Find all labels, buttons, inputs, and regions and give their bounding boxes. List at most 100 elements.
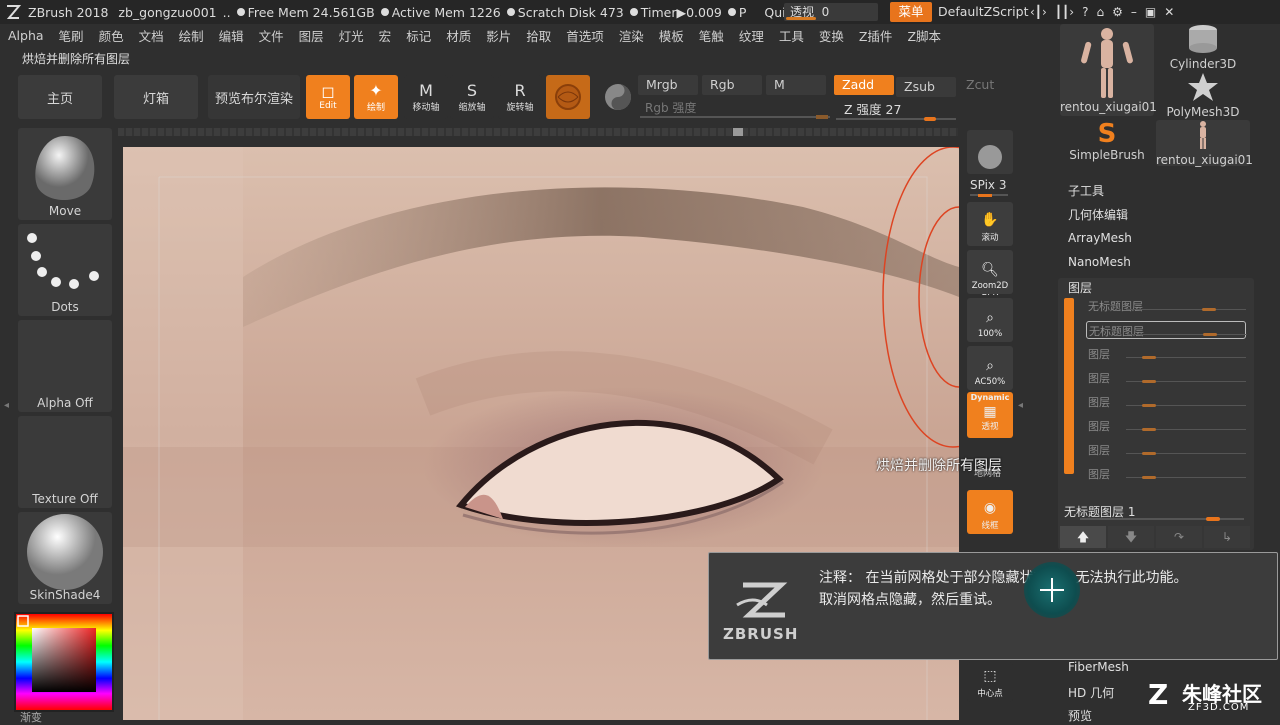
- menu-item[interactable]: 标记: [398, 26, 438, 45]
- layer-row[interactable]: 无标题图层: [1086, 297, 1246, 315]
- layer-intensity-track[interactable]: [1080, 517, 1244, 521]
- alpha-tile[interactable]: Alpha Off: [18, 320, 112, 412]
- layer-redo-icon[interactable]: ↷: [1156, 526, 1202, 548]
- menu-item[interactable]: 材质: [438, 26, 478, 45]
- menu-item[interactable]: 影片: [478, 26, 518, 45]
- layers-section[interactable]: 图层: [1068, 279, 1092, 296]
- layers-scrollbar[interactable]: [1064, 298, 1074, 474]
- menu-item[interactable]: 首选项: [558, 26, 611, 45]
- layer-row-knob[interactable]: [1142, 380, 1156, 383]
- brush-tile[interactable]: Move: [18, 128, 112, 220]
- color-picker[interactable]: [14, 612, 114, 712]
- menu-item[interactable]: 编辑: [211, 26, 251, 45]
- menu-item[interactable]: 宏: [371, 26, 399, 45]
- material-tile[interactable]: SkinShade4: [18, 512, 112, 604]
- layer-row-knob[interactable]: [1142, 452, 1156, 455]
- local-sym-button[interactable]: ⬚ 中心点: [967, 662, 1013, 702]
- notice-dialog[interactable]: ZBRUSH 注释： 在当前网格处于部分隐藏状态时，无法执行此功能。 取消网格点…: [708, 552, 1278, 660]
- collapse-right-icon[interactable]: ◂: [1018, 400, 1023, 411]
- menu-item[interactable]: Z脚本: [899, 26, 948, 45]
- tool-thumb-rentou[interactable]: rentou_xiugai01: [1060, 24, 1157, 116]
- layer-row[interactable]: 图层: [1086, 345, 1246, 363]
- edit-button[interactable]: ◻ Edit: [306, 75, 350, 119]
- hd-geometry-section[interactable]: HD 几何: [1068, 684, 1114, 701]
- scale-button[interactable]: S 缩放轴: [450, 75, 494, 119]
- menu-item[interactable]: 笔触: [691, 26, 731, 45]
- texture-tile[interactable]: Texture Off: [18, 416, 112, 508]
- layer-row-knob[interactable]: [1142, 404, 1156, 407]
- menu-item[interactable]: 绘制: [171, 26, 211, 45]
- home-tab-button[interactable]: 主页: [18, 75, 102, 119]
- layer-intensity-knob[interactable]: [1206, 517, 1220, 521]
- tool-thumb-rentou-small[interactable]: rentou_xiugai01: [1156, 120, 1253, 167]
- default-zscript-button[interactable]: DefaultZScript: [938, 2, 1029, 22]
- layer-row[interactable]: 图层: [1086, 441, 1246, 459]
- menu-item[interactable]: 灯光: [331, 26, 371, 45]
- rotate-button[interactable]: R 旋转轴: [498, 75, 542, 119]
- minimize-icon[interactable]: –: [1131, 2, 1137, 22]
- tool-thumb-cylinder[interactable]: Cylinder3D: [1156, 24, 1250, 71]
- perspective-slider[interactable]: 透视 0: [784, 3, 878, 21]
- layer-row-knob[interactable]: [1142, 428, 1156, 431]
- scroll-button[interactable]: ✋ 滚动: [967, 202, 1013, 246]
- move-button[interactable]: M 移动轴: [404, 75, 448, 119]
- menu-item[interactable]: 模板: [651, 26, 691, 45]
- layer-return-icon[interactable]: ↳: [1204, 526, 1250, 548]
- menu-item[interactable]: 工具: [771, 26, 811, 45]
- menu-item[interactable]: 笔刷: [51, 26, 91, 45]
- ac50-button[interactable]: ⌕ AC50%: [967, 346, 1013, 390]
- fibermesh-section[interactable]: FiberMesh: [1068, 660, 1129, 674]
- canvas-scroll-thumb[interactable]: [733, 128, 743, 136]
- zoom100-button[interactable]: ⌕ 100%: [967, 298, 1013, 342]
- zcut-button[interactable]: Zcut: [958, 75, 1002, 95]
- config-icon[interactable]: ⚙: [1112, 2, 1123, 22]
- zoom2d-button[interactable]: 🔍︎ Zoom2D: [967, 250, 1013, 294]
- layer-row-knob[interactable]: [1203, 333, 1217, 336]
- menu-button[interactable]: 菜单: [890, 2, 932, 22]
- zadd-button[interactable]: Zadd: [834, 75, 894, 95]
- polyframe-button[interactable]: ◉ 线框: [967, 490, 1013, 534]
- maximize-icon[interactable]: ▣: [1145, 2, 1156, 22]
- lightbox-button[interactable]: 灯箱: [114, 75, 198, 119]
- menu-item[interactable]: 拾取: [518, 26, 558, 45]
- bpr-render-button[interactable]: BPR: [967, 130, 1013, 298]
- tool-thumb-polymesh[interactable]: PolyMesh3D: [1156, 72, 1250, 119]
- subtool-section[interactable]: 子工具: [1068, 182, 1104, 199]
- layer-row-knob[interactable]: [1142, 476, 1156, 479]
- menu-item[interactable]: 渲染: [611, 26, 651, 45]
- layer-up-icon[interactable]: 🡅︎: [1060, 526, 1106, 548]
- menu-item[interactable]: 颜色: [91, 26, 131, 45]
- home-icon[interactable]: ⌂: [1096, 2, 1104, 22]
- rgb-intensity-slider[interactable]: Rgb 强度: [645, 99, 696, 116]
- menu-item[interactable]: Alpha: [0, 28, 51, 43]
- canvas-scroll-strip[interactable]: [118, 128, 958, 136]
- menu-item[interactable]: 图层: [291, 26, 331, 45]
- menu-item[interactable]: 文档: [131, 26, 171, 45]
- layer-row-knob[interactable]: [1202, 308, 1216, 311]
- close-icon[interactable]: ✕: [1164, 2, 1174, 22]
- stroke-tile[interactable]: Dots: [18, 224, 112, 316]
- spix-slider[interactable]: SPix 3: [970, 178, 1006, 192]
- tool-thumb-simplebrush[interactable]: S SimpleBrush: [1060, 120, 1154, 166]
- collapse-left-icon[interactable]: ◂: [4, 400, 10, 414]
- z-intensity-slider[interactable]: Z 强度 27: [836, 100, 966, 121]
- layout-left-icon[interactable]: ‹┃›: [1030, 2, 1047, 22]
- color-sphere-button[interactable]: [596, 75, 640, 119]
- draw-button[interactable]: ✦ 绘制: [354, 75, 398, 119]
- nanomesh-section[interactable]: NanoMesh: [1068, 255, 1131, 269]
- menu-item[interactable]: 纹理: [731, 26, 771, 45]
- rgb-button[interactable]: Rgb: [702, 75, 762, 95]
- geometry-section[interactable]: 几何体编辑: [1068, 206, 1128, 223]
- mrgb-button[interactable]: Mrgb: [638, 75, 698, 95]
- layout-right-icon[interactable]: ┃┃›: [1055, 2, 1074, 22]
- layer-row[interactable]: 图层: [1086, 465, 1246, 483]
- perspective-button[interactable]: Dynamic ▦ 透视: [967, 392, 1013, 438]
- zsub-button[interactable]: Zsub: [896, 77, 956, 97]
- layer-row[interactable]: 无标题图层: [1086, 321, 1247, 339]
- bpr-preview-button[interactable]: 预览布尔渲染: [208, 75, 300, 119]
- layer-row[interactable]: 图层: [1086, 393, 1246, 411]
- layer-row-knob[interactable]: [1142, 356, 1156, 359]
- menu-item[interactable]: Z插件: [851, 26, 900, 45]
- menu-item[interactable]: 变换: [811, 26, 851, 45]
- preview-section[interactable]: 预览: [1068, 707, 1092, 724]
